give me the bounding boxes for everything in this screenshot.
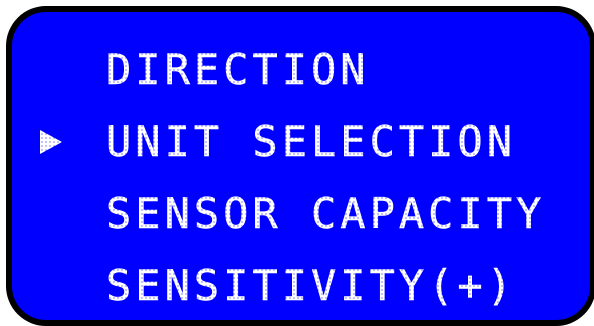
menu-item-direction[interactable]: DIRECTION (40, 34, 580, 106)
menu-item-label: SENSITIVITY(+) (106, 261, 517, 310)
lcd-display: DIRECTION UNIT SELECTION SENSOR CAPACITY… (6, 6, 594, 326)
menu-item-unit-selection[interactable]: UNIT SELECTION (40, 106, 580, 178)
menu-item-sensitivity-plus[interactable]: SENSITIVITY(+) (40, 250, 580, 322)
menu-item-sensor-capacity[interactable]: SENSOR CAPACITY (40, 178, 580, 250)
cursor-arrow-icon (40, 130, 62, 154)
settings-menu: DIRECTION UNIT SELECTION SENSOR CAPACITY… (40, 34, 580, 322)
menu-item-label: DIRECTION (106, 45, 370, 94)
menu-item-label: SENSOR CAPACITY (106, 189, 546, 238)
menu-item-label: UNIT SELECTION (106, 117, 517, 166)
